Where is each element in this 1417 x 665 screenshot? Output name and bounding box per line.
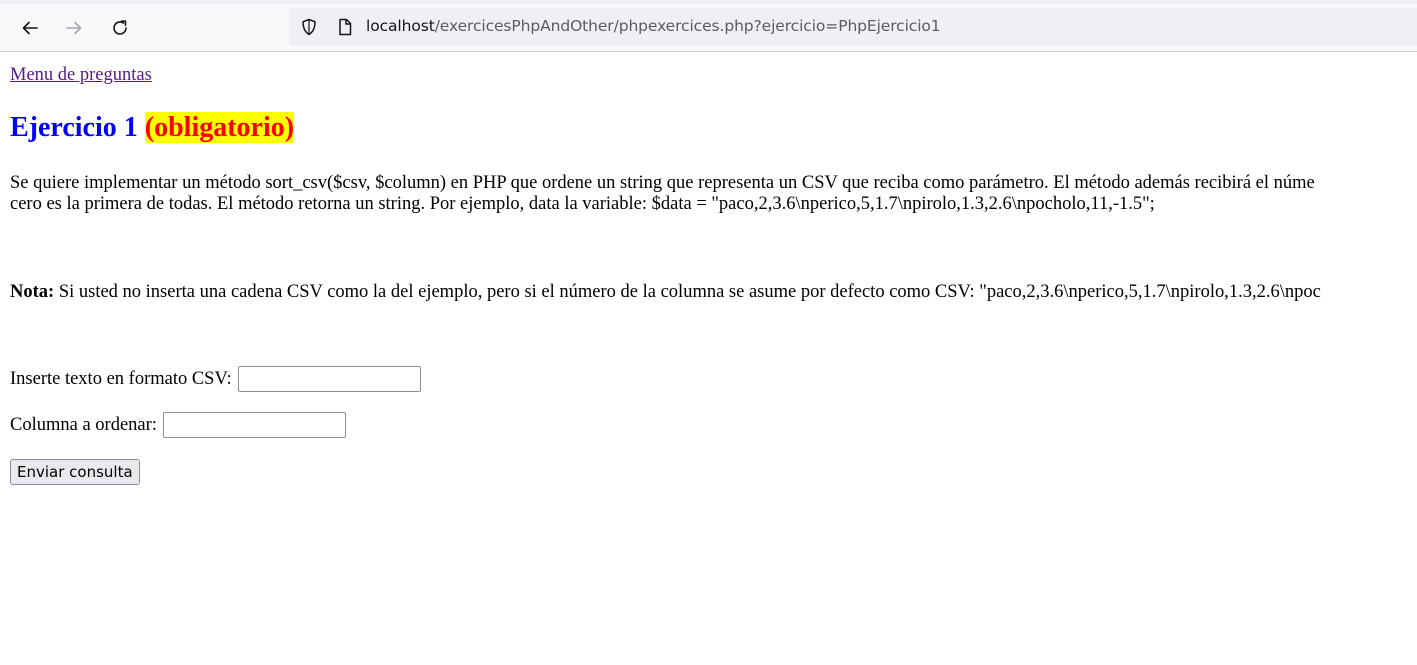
note-text: Si usted no inserta una cadena CSV como …	[54, 282, 1321, 302]
note-label: Nota:	[10, 282, 55, 302]
column-label: Columna a ordenar:	[10, 414, 157, 435]
description-line-1: Se quiere implementar un método sort_csv…	[10, 173, 1315, 193]
shield-icon[interactable]	[299, 17, 319, 37]
page-title: Ejercicio 1 (obligatorio)	[10, 110, 295, 146]
column-input[interactable]	[162, 412, 346, 438]
description-line-2: cero es la primera de todas. El método r…	[10, 194, 1155, 214]
url-path: /exercicesPhpAndOther/phpexercices.php?e…	[434, 17, 941, 35]
browser-toolbar: localhost/exercicesPhpAndOther/phpexerci…	[0, 0, 1417, 52]
note-paragraph: Nota: Si usted no inserta una cadena CSV…	[10, 282, 1321, 303]
csv-input[interactable]	[237, 366, 421, 392]
title-tag: (obligatorio)	[144, 112, 295, 143]
submit-button[interactable]: Enviar consulta	[10, 459, 140, 485]
url-text[interactable]: localhost/exercicesPhpAndOther/phpexerci…	[366, 17, 941, 35]
title-main: Ejercicio 1	[10, 112, 138, 143]
forward-button[interactable]	[58, 12, 90, 44]
menu-link[interactable]: Menu de preguntas	[10, 65, 152, 86]
page-icon[interactable]	[335, 17, 355, 37]
address-bar[interactable]: localhost/exercicesPhpAndOther/phpexerci…	[289, 8, 1417, 46]
tab-strip-edge	[0, 0, 1417, 4]
description-paragraph: Se quiere implementar un método sort_csv…	[10, 173, 1315, 215]
url-host: localhost	[366, 17, 435, 35]
csv-row: Inserte texto en formato CSV:	[10, 366, 421, 392]
forward-arrow-icon	[66, 21, 82, 35]
csv-label: Inserte texto en formato CSV:	[10, 368, 232, 389]
reload-button[interactable]	[104, 12, 136, 44]
back-arrow-icon	[22, 21, 38, 35]
back-button[interactable]	[14, 12, 46, 44]
reload-icon	[113, 20, 127, 35]
column-row: Columna a ordenar:	[10, 412, 346, 438]
